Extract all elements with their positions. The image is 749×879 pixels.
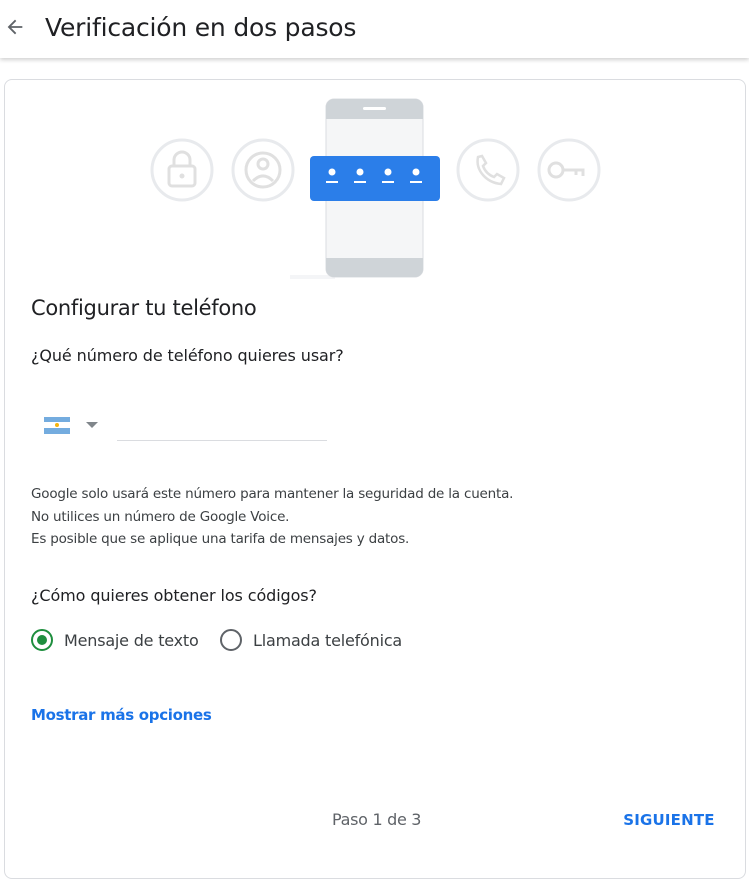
info-line: No utilices un número de Google Voice.	[31, 508, 290, 525]
arrow-back-icon	[7, 19, 23, 35]
radio-label: Llamada telefónica	[253, 630, 403, 650]
radio-label: Mensaje de texto	[64, 630, 199, 650]
next-button[interactable]: SIGUIENTE	[620, 802, 718, 838]
step-indicator: Paso 1 de 3	[332, 810, 422, 829]
radio-button[interactable]	[220, 629, 242, 651]
code-card	[310, 156, 440, 201]
radio-option-text-message[interactable]: Mensaje de texto	[31, 627, 199, 653]
section-title: Configurar tu teléfono	[31, 296, 257, 320]
codes-question: ¿Cómo quieres obtener los códigos?	[31, 586, 317, 605]
phone-handset-icon	[456, 138, 520, 202]
radio-button-selected[interactable]	[31, 629, 53, 651]
radio-option-phone-call[interactable]: Llamada telefónica	[220, 627, 402, 653]
back-button[interactable]	[0, 12, 30, 42]
page-title: Verificación en dos pasos	[45, 13, 357, 42]
dropdown-caret-icon	[86, 422, 98, 428]
info-line: Google solo usará este número para mante…	[31, 486, 514, 502]
key-icon	[537, 138, 601, 202]
top-app-bar: Verificación en dos pasos	[0, 0, 749, 58]
setup-card	[4, 79, 746, 879]
two-step-illustration	[150, 98, 601, 279]
country-code-select[interactable]	[40, 410, 102, 440]
phone-info-text: Google solo usará este número para mante…	[31, 483, 513, 551]
lock-icon	[150, 138, 214, 202]
info-line: Es posible que se aplique una tarifa de …	[31, 531, 410, 547]
more-options-link[interactable]: Mostrar más opciones	[31, 706, 212, 724]
argentina-flag-icon	[44, 416, 70, 434]
phone-question: ¿Qué número de teléfono quieres usar?	[31, 346, 344, 365]
phone-number-input[interactable]	[117, 408, 327, 441]
account-circle-icon	[231, 138, 295, 202]
